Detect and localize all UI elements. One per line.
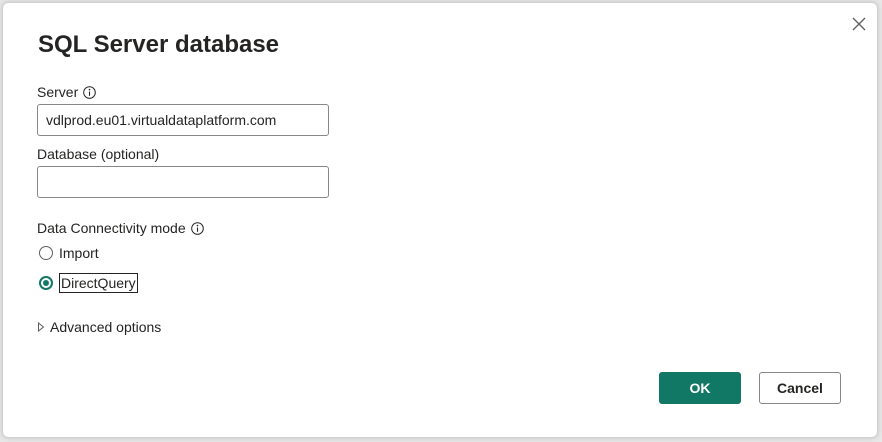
database-label-row: Database (optional) xyxy=(37,146,159,162)
sql-server-dialog: SQL Server database Server Database (opt… xyxy=(2,2,878,438)
chevron-right-icon xyxy=(38,322,45,332)
database-input[interactable] xyxy=(37,166,329,198)
server-label: Server xyxy=(37,84,79,100)
server-input[interactable] xyxy=(37,104,329,136)
radio-import[interactable]: Import xyxy=(39,245,99,261)
radio-import-label: Import xyxy=(59,245,99,261)
cancel-button[interactable]: Cancel xyxy=(759,372,841,404)
close-button[interactable] xyxy=(846,11,872,37)
server-label-row: Server xyxy=(37,84,97,100)
advanced-options-toggle[interactable]: Advanced options xyxy=(37,319,161,335)
info-icon[interactable] xyxy=(190,221,204,235)
radio-import-circle[interactable] xyxy=(39,246,53,260)
close-icon xyxy=(852,17,866,31)
database-label: Database (optional) xyxy=(37,146,160,162)
dialog-title: SQL Server database xyxy=(38,31,280,58)
info-icon[interactable] xyxy=(83,85,97,99)
ok-button[interactable]: OK xyxy=(659,372,741,404)
connectivity-label: Data Connectivity mode xyxy=(37,220,186,236)
advanced-options-label: Advanced options xyxy=(50,319,162,335)
connectivity-label-row: Data Connectivity mode xyxy=(37,220,204,236)
radio-directquery-circle[interactable] xyxy=(39,276,53,290)
radio-directquery-label: DirectQuery xyxy=(59,273,138,293)
radio-directquery[interactable]: DirectQuery xyxy=(39,273,138,293)
